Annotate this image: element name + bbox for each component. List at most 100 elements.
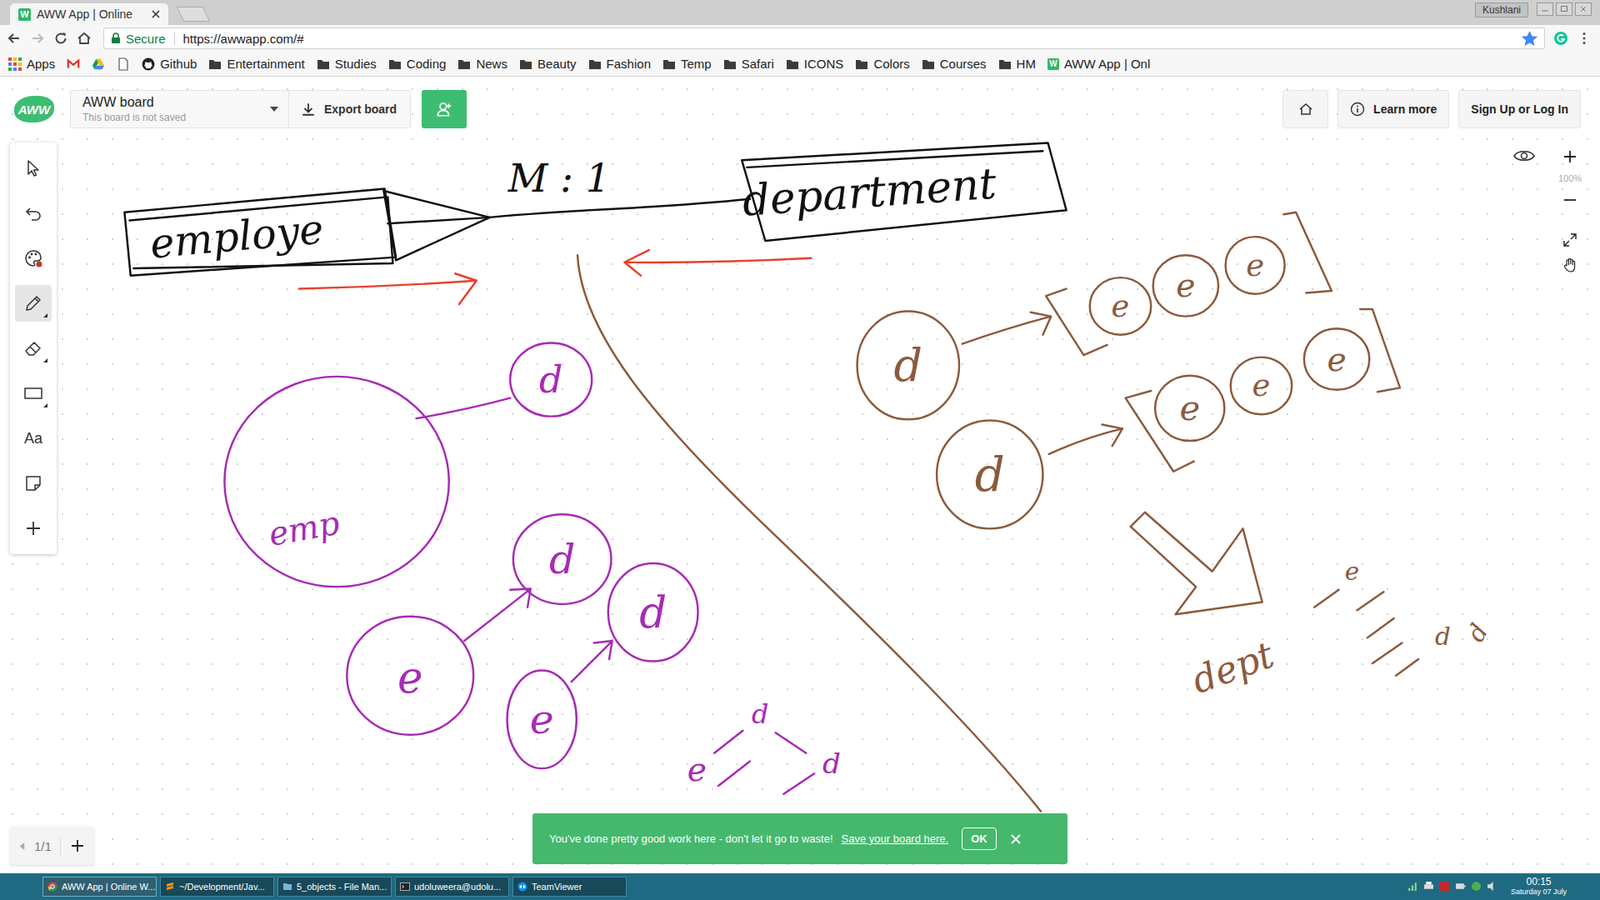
tool-button[interactable]: Aa (15, 420, 52, 457)
back-icon[interactable] (6, 30, 22, 46)
board-status: This board is not saved (82, 111, 270, 124)
tool-button[interactable] (15, 510, 52, 547)
bookmark[interactable]: ICONS (785, 56, 845, 71)
gmail-icon (66, 57, 80, 71)
bookmark[interactable]: Colors (855, 56, 910, 71)
screen: WAWW App | Online Kushlani Securehttps://a… (0, 0, 1600, 900)
hand-icon[interactable] (1561, 256, 1579, 274)
aww-favicon-icon: W (1047, 58, 1060, 70)
bookmark[interactable]: Fashion (588, 56, 651, 71)
app-header: AWWAWW boardThis board is not savedExpor… (0, 76, 1600, 129)
minimize-icon[interactable] (1536, 2, 1554, 16)
update-icon[interactable] (1470, 880, 1482, 892)
zoom-out-icon[interactable] (1561, 191, 1579, 209)
taskbar-item[interactable]: ~/Development/Jav... (160, 876, 275, 897)
save-board-link[interactable]: Save your board here. (841, 832, 950, 845)
app-icon[interactable] (1439, 880, 1450, 892)
handwritten-label: d (975, 447, 1005, 502)
bookmark[interactable] (91, 57, 105, 71)
folder-icon (855, 57, 869, 71)
add-page-icon[interactable] (69, 837, 86, 855)
board-name: AWW board (82, 95, 270, 110)
battery-icon[interactable] (1455, 880, 1466, 892)
bracket (1283, 212, 1332, 294)
board-selector[interactable]: AWW boardThis board is not saved (70, 90, 290, 128)
maximize-icon[interactable] (1555, 2, 1573, 16)
bookmark[interactable] (66, 57, 80, 71)
new-tab-button[interactable] (176, 6, 210, 22)
ok-button[interactable]: OK (961, 827, 997, 850)
handwritten-label: e (1111, 288, 1130, 325)
previous-page-icon[interactable] (18, 841, 26, 851)
home-icon[interactable] (76, 30, 92, 46)
bookmark[interactable]: Studies (316, 56, 377, 71)
sticky-note-icon (23, 473, 44, 494)
window-controls (1536, 2, 1592, 16)
tool-button[interactable] (15, 195, 52, 232)
tool-button[interactable] (15, 240, 52, 277)
taskbar-item[interactable]: 5_objects - File Man... (277, 876, 392, 897)
submenu-corner-icon (43, 358, 48, 363)
grammarly-icon[interactable] (1553, 30, 1569, 46)
bookmark[interactable]: Coding (388, 56, 447, 71)
bookmark[interactable]: Github (141, 56, 197, 71)
editor-icon (165, 881, 175, 892)
taskbar-item[interactable]: udoluweera@udolu... (395, 876, 510, 897)
tool-button[interactable] (15, 465, 52, 502)
rectangle-icon (23, 383, 44, 404)
reload-icon[interactable] (53, 30, 69, 46)
network-icon[interactable] (1407, 880, 1419, 892)
divider-line (577, 255, 1041, 811)
taskbar-item[interactable]: TeamViewer (512, 876, 627, 897)
fit-screen-icon[interactable] (1561, 231, 1579, 249)
aww-favicon-icon: W (18, 8, 31, 21)
info-icon (1350, 101, 1365, 117)
dashes (1314, 590, 1419, 676)
invite-button[interactable] (421, 90, 467, 129)
home-icon (1298, 101, 1314, 117)
handwritten-label: d (1435, 622, 1451, 651)
home-button[interactable] (1282, 90, 1329, 129)
forward-icon[interactable] (30, 30, 45, 46)
aww-logo[interactable]: AWW (14, 95, 55, 123)
employee-circle (224, 376, 449, 587)
bookmark-star-icon[interactable] (1521, 30, 1538, 47)
bookmark[interactable]: Entertainment (208, 56, 305, 71)
close-icon[interactable] (151, 10, 160, 19)
bookmark[interactable]: Beauty (519, 56, 577, 71)
tool-button[interactable] (15, 375, 52, 412)
add-user-icon (435, 100, 454, 119)
clock[interactable]: 00:15Saturday 07 July (1510, 876, 1567, 896)
tool-button[interactable] (15, 330, 52, 367)
bookmark[interactable]: Apps (8, 56, 55, 71)
sign-in-button[interactable]: Sign Up or Log In (1458, 90, 1581, 129)
browser-tab[interactable]: WAWW App | Online (10, 3, 169, 25)
bookmark[interactable] (116, 57, 130, 71)
node-circle (608, 563, 699, 662)
bookmark[interactable]: WAWW App | Onl (1047, 56, 1150, 71)
tool-button[interactable] (15, 150, 52, 187)
folder-icon (208, 57, 222, 71)
teamviewer-icon (517, 881, 528, 892)
close-window-icon[interactable] (1575, 2, 1592, 16)
bookmark[interactable]: News (457, 56, 508, 71)
drive-icon (91, 57, 105, 71)
bookmark[interactable]: Safari (723, 56, 775, 71)
url-field[interactable]: Securehttps://awwapp.com/# (103, 27, 1545, 50)
eye-icon[interactable] (1512, 148, 1536, 164)
zoom-in-icon[interactable] (1561, 148, 1579, 165)
export-board-button[interactable]: Export board (289, 90, 410, 128)
profile-button[interactable]: Kushlani (1475, 2, 1529, 18)
menu-icon[interactable] (1576, 30, 1592, 46)
learn-more-button[interactable]: Learn more (1337, 90, 1450, 129)
printer-icon[interactable] (1423, 880, 1435, 892)
volume-icon[interactable] (1486, 880, 1498, 892)
stroke (130, 196, 394, 269)
taskbar-item[interactable]: AWW App | Online W... (42, 876, 157, 897)
bookmark[interactable]: Temp (662, 56, 712, 71)
tool-button[interactable] (15, 285, 52, 322)
bookmark[interactable]: HM (998, 56, 1036, 71)
close-icon[interactable] (1010, 833, 1022, 845)
bookmark[interactable]: Courses (921, 56, 987, 71)
drawing-canvas[interactable]: M : 1employedepartmentempdeddeedddeeedee… (0, 76, 1600, 874)
